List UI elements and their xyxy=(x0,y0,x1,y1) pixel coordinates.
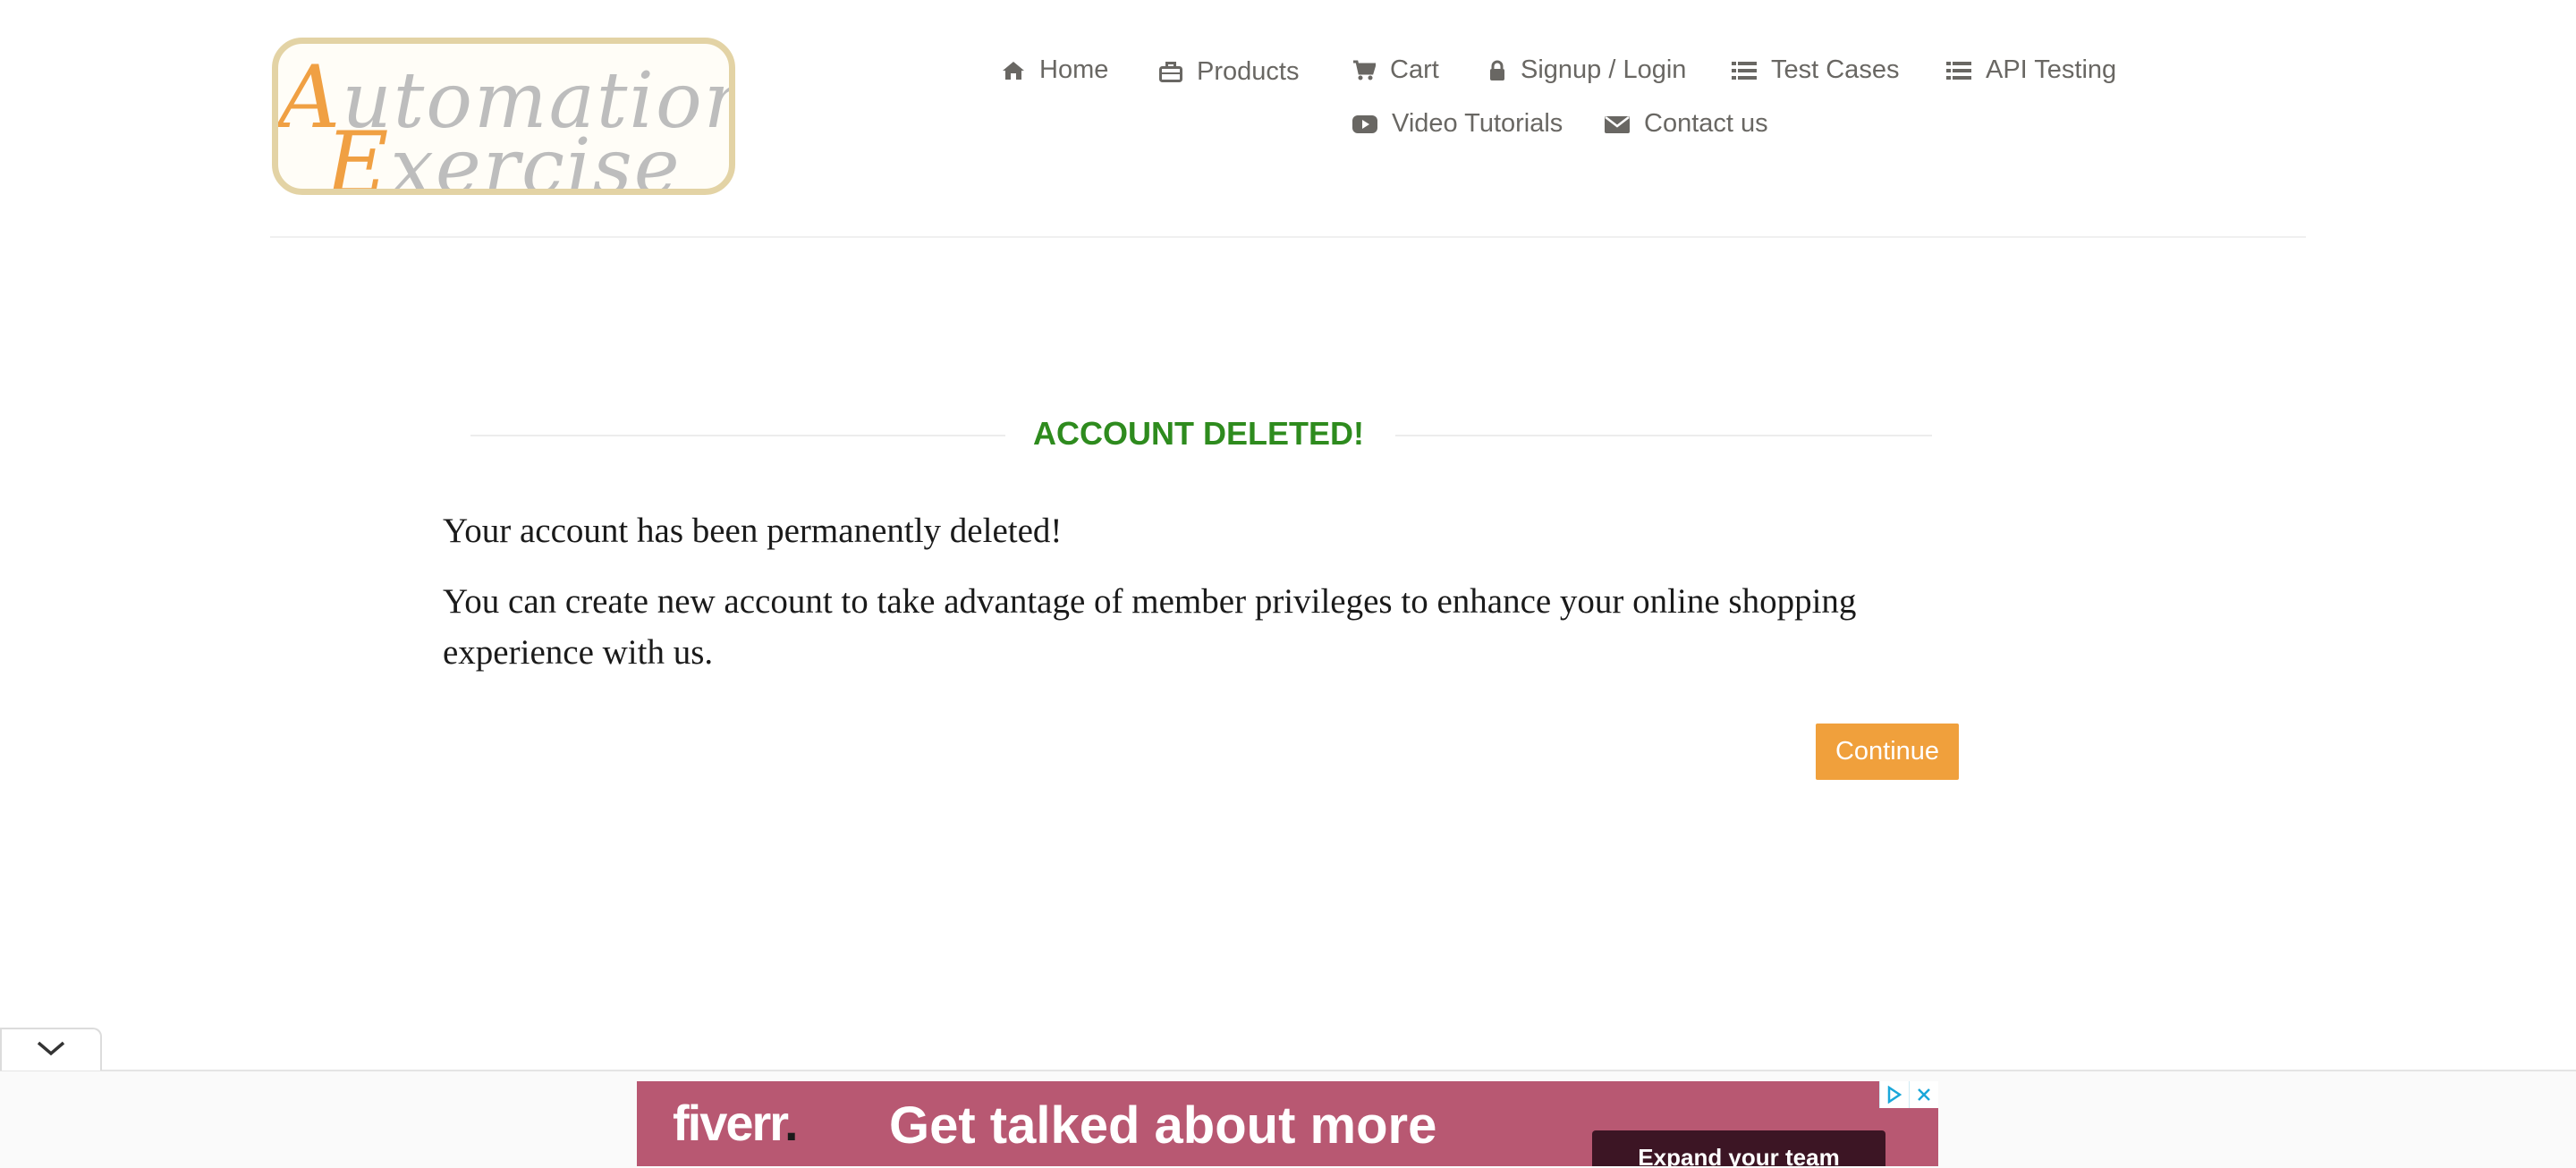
nav-home[interactable]: Home xyxy=(1002,55,1108,85)
header-divider xyxy=(270,236,2306,238)
ad-cta-button[interactable]: Expand your team xyxy=(1592,1130,1885,1166)
continue-button[interactable]: Continue xyxy=(1816,724,1959,780)
nav-contact-us-label: Contact us xyxy=(1644,109,1768,138)
ad-headline: Get talked about more xyxy=(889,1096,1437,1155)
deleted-message: Your account has been permanently delete… xyxy=(443,512,1063,550)
nav-products-label: Products xyxy=(1197,57,1300,86)
ad-choices xyxy=(1879,1081,1938,1108)
nav-video-tutorials-label: Video Tutorials xyxy=(1392,109,1563,138)
title-divider-left xyxy=(470,435,1005,436)
nav-cart-label: Cart xyxy=(1390,55,1439,84)
briefcase-icon xyxy=(1159,61,1182,83)
cart-icon xyxy=(1352,60,1376,81)
nav-test-cases-label: Test Cases xyxy=(1771,55,1900,84)
logo-line-2-rest: xercise xyxy=(390,123,682,195)
site-logo[interactable]: Automation Exercise xyxy=(272,38,735,195)
home-icon xyxy=(1002,61,1025,80)
nav-video-tutorials[interactable]: Video Tutorials xyxy=(1352,109,1563,139)
nav-api-testing[interactable]: API Testing xyxy=(1946,55,2116,85)
ad-collapse-toggle[interactable] xyxy=(0,1028,102,1071)
new-account-message: You can create new account to take advan… xyxy=(443,582,1857,672)
logo-line-2: Exercise xyxy=(278,114,729,195)
list-icon xyxy=(1946,61,1971,80)
lock-icon xyxy=(1488,60,1506,81)
ad-brand-text: fiverr xyxy=(673,1095,786,1151)
nav-test-cases[interactable]: Test Cases xyxy=(1732,55,1899,85)
nav-contact-us[interactable]: Contact us xyxy=(1605,109,1768,139)
ad-brand-logo: fiverr. xyxy=(673,1094,799,1152)
envelope-icon xyxy=(1605,114,1630,134)
nav-cart[interactable]: Cart xyxy=(1352,55,1439,85)
ad-brand-dot: . xyxy=(784,1095,799,1151)
list-icon xyxy=(1732,61,1757,80)
nav-home-label: Home xyxy=(1039,55,1109,84)
nav-signup-login-label: Signup / Login xyxy=(1521,55,1687,84)
ad-close-icon[interactable] xyxy=(1909,1081,1938,1108)
title-divider-right xyxy=(1395,435,1932,436)
ad-choices-icon[interactable] xyxy=(1879,1081,1909,1108)
chevron-down-icon xyxy=(36,1039,66,1062)
nav-api-testing-label: API Testing xyxy=(1986,55,2117,84)
youtube-play-icon xyxy=(1352,114,1377,134)
nav-products[interactable]: Products xyxy=(1159,57,1299,87)
nav-signup-login[interactable]: Signup / Login xyxy=(1488,55,1686,85)
page-title: ACCOUNT DELETED! xyxy=(1033,415,1364,452)
ad-banner[interactable]: fiverr. Get talked about more Expand you… xyxy=(637,1081,1938,1166)
